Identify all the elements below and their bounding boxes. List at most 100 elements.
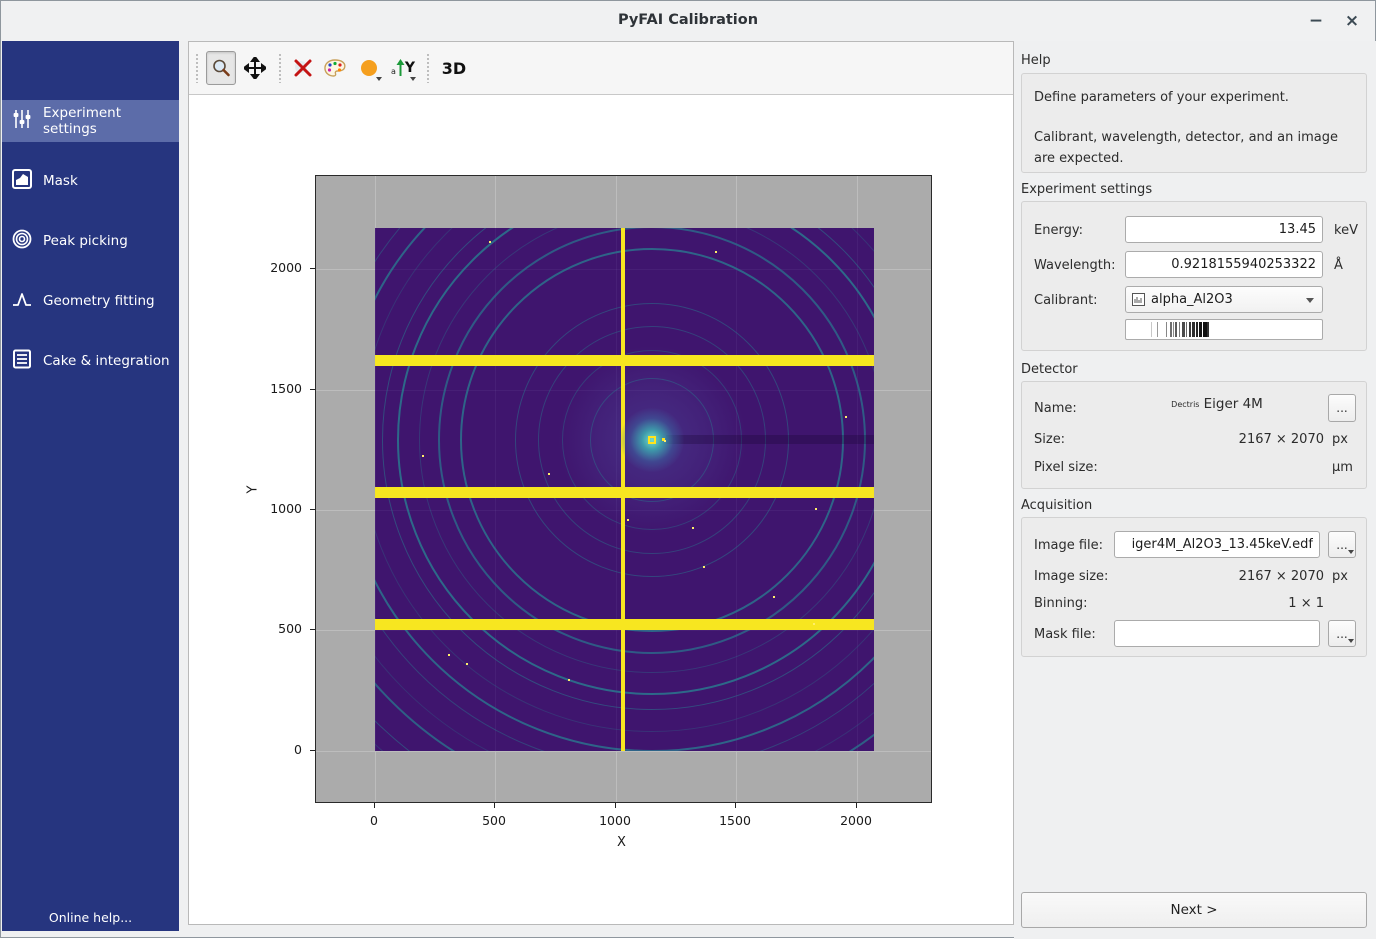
calibrant-ring-line — [1196, 322, 1198, 337]
y-tick-label: 2000 — [252, 260, 302, 275]
cake-integration-icon — [11, 348, 33, 374]
sidebar-item-label: Peak picking — [43, 233, 128, 249]
experiment-settings-heading: Experiment settings — [1021, 182, 1152, 197]
wavelength-label: Wavelength: — [1034, 258, 1116, 273]
detector-image[interactable] — [375, 228, 874, 751]
plot-panel: a Y 3D 05001000150020000500100015002000 … — [188, 41, 1014, 925]
binning-label: Binning: — [1034, 596, 1088, 611]
y-tick-label: 1000 — [252, 501, 302, 516]
mask-file-browse-button[interactable]: ... — [1328, 620, 1356, 647]
x-tick-mark — [735, 803, 736, 808]
sidebar-item-peak-picking[interactable]: Peak picking — [2, 220, 179, 262]
next-button[interactable]: Next > — [1021, 892, 1367, 928]
sidebar: Online help... Experiment settings Mask Pe… — [2, 41, 179, 931]
help-box: Define parameters of your experiment. Ca… — [1021, 73, 1367, 173]
browse-dots-label: ... — [1336, 538, 1347, 552]
hot-pixel — [703, 566, 705, 568]
hot-pixel — [627, 519, 629, 521]
sidebar-item-label: Experiment settings — [43, 105, 179, 137]
detector-heading: Detector — [1021, 362, 1078, 377]
calibrant-ring-line — [1199, 322, 1202, 337]
beam-center-marker — [648, 436, 656, 444]
plot-axes[interactable] — [315, 175, 932, 803]
autoscale-y-button[interactable]: a Y — [388, 51, 418, 85]
calibrant-label: Calibrant: — [1034, 293, 1098, 308]
colormap-button[interactable] — [320, 51, 350, 85]
y-tick-mark — [310, 629, 315, 630]
detector-browse-button[interactable]: ... — [1328, 394, 1356, 422]
x-tick-mark — [615, 803, 616, 808]
hot-pixel — [845, 416, 847, 418]
calibrant-ring-line — [1179, 322, 1180, 337]
hot-pixel — [773, 596, 775, 598]
calibrant-value: alpha_Al2O3 — [1151, 292, 1233, 307]
x-tick-label: 2000 — [831, 813, 881, 828]
calibrant-ring-line — [1157, 322, 1158, 337]
hot-pixel — [466, 663, 468, 665]
detector-size-label: Size: — [1034, 432, 1065, 447]
browse-dots-label: ... — [1336, 627, 1347, 641]
calibrant-select[interactable]: alpha_Al2O3 — [1125, 286, 1323, 313]
hot-pixel — [692, 527, 694, 529]
autoscale-a-label: a — [391, 67, 396, 76]
energy-input[interactable] — [1125, 216, 1323, 243]
sidebar-item-cake-integration[interactable]: Cake & integration — [2, 340, 179, 382]
image-size-label: Image size: — [1034, 569, 1108, 584]
y-tick-label: 1500 — [252, 381, 302, 396]
toolbar-drag-handle[interactable] — [195, 53, 200, 83]
image-file-browse-button[interactable]: ... — [1328, 531, 1356, 558]
online-help-link[interactable]: Online help... — [2, 910, 179, 925]
combo-arrow-icon — [1306, 298, 1314, 303]
dropdown-caret-icon — [410, 77, 416, 81]
calibrant-ring-line — [1175, 322, 1177, 337]
hot-pixel — [422, 455, 424, 457]
hot-pixel — [448, 654, 450, 656]
sidebar-item-label: Geometry fitting — [43, 293, 155, 309]
view-3d-button[interactable]: 3D — [436, 51, 472, 85]
toolbar-drag-handle[interactable] — [426, 53, 431, 83]
mask-file-input[interactable] — [1114, 620, 1320, 647]
orange-dot-icon — [360, 59, 378, 77]
y-tick-mark — [310, 509, 315, 510]
y-axis-label: Y — [245, 486, 260, 494]
sidebar-item-geometry-fitting[interactable]: Geometry fitting — [2, 280, 179, 322]
help-line3: are expected. — [1034, 151, 1124, 166]
sliders-icon — [11, 108, 33, 134]
remove-item-button[interactable] — [288, 51, 318, 85]
help-heading: Help — [1021, 53, 1051, 68]
x-tick-mark — [856, 803, 857, 808]
pan-tool-button[interactable] — [240, 51, 270, 85]
hot-pixel — [813, 623, 815, 625]
x-tick-mark — [494, 803, 495, 808]
beam-streak — [666, 435, 874, 444]
plot-toolbar: a Y 3D — [189, 42, 1013, 95]
zoom-tool-button[interactable] — [206, 51, 236, 85]
x-tick-label: 500 — [469, 813, 519, 828]
hot-pixel — [548, 473, 550, 475]
autoscale-y-label: Y — [405, 60, 415, 76]
sidebar-item-mask[interactable]: Mask — [2, 160, 179, 202]
toolbar-drag-handle[interactable] — [278, 53, 283, 83]
x-tick-label: 0 — [349, 813, 399, 828]
calibrant-ring-line — [1166, 322, 1167, 337]
detector-name-label: Name: — [1034, 401, 1077, 416]
green-up-arrow-icon — [396, 59, 405, 77]
app-window: PyFAI Calibration − × Online help... Exp… — [0, 0, 1376, 938]
image-file-label: Image file: — [1034, 538, 1103, 553]
marker-style-button[interactable] — [354, 51, 384, 85]
calibrant-ring-line — [1151, 322, 1152, 337]
right-panel: Help Define parameters of your experimen… — [1014, 41, 1376, 939]
energy-unit: keV — [1334, 223, 1358, 238]
help-line2: Calibrant, wavelength, detector, and an … — [1034, 130, 1338, 145]
binning-value: 1 × 1 — [1112, 596, 1324, 611]
pixel-size-label: Pixel size: — [1034, 460, 1098, 475]
calibrant-ring-line — [1192, 322, 1195, 337]
wavelength-input[interactable] — [1125, 251, 1323, 278]
minimize-button[interactable]: − — [1303, 9, 1329, 33]
image-file-input[interactable] — [1114, 531, 1320, 558]
acquisition-heading: Acquisition — [1021, 498, 1092, 513]
sidebar-item-experiment-settings[interactable]: Experiment settings — [2, 100, 179, 142]
3d-label: 3D — [442, 59, 466, 78]
close-button[interactable]: × — [1339, 9, 1365, 33]
detector-size-value: 2167 × 2070 — [1112, 432, 1324, 447]
